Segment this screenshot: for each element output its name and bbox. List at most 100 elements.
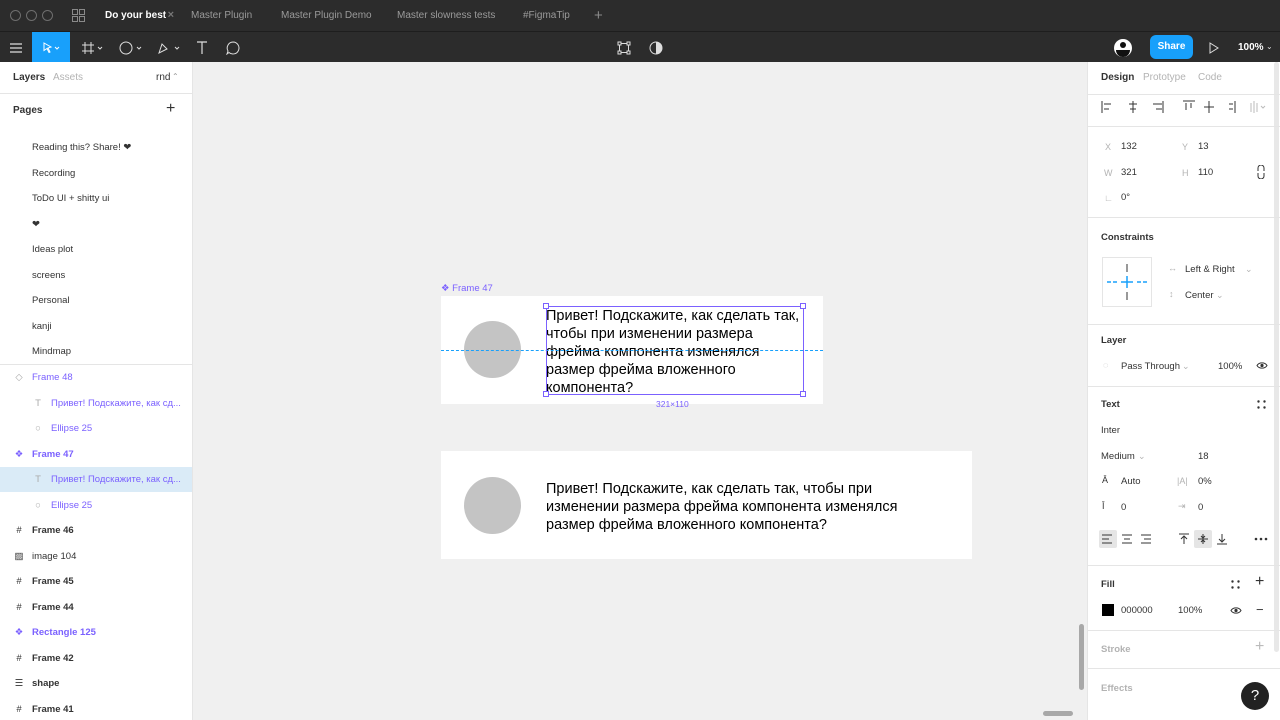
layer-row[interactable]: ❖ Frame 47 — [0, 442, 192, 467]
vertical-constraint-select[interactable]: Center — [1185, 290, 1214, 301]
frame-label[interactable]: ❖ Frame 47 — [441, 283, 493, 294]
frame-48[interactable]: Привет! Подскажите, как сделать так, что… — [441, 451, 972, 559]
frame-text[interactable]: Привет! Подскажите, как сделать так, что… — [546, 480, 936, 534]
eye-icon[interactable] — [1230, 606, 1242, 615]
w-input[interactable]: 321 — [1121, 167, 1137, 178]
window-minimize-button[interactable] — [26, 10, 37, 21]
line-height-input[interactable]: Auto — [1121, 476, 1141, 487]
layer-row[interactable]: ❖ Rectangle 125 — [0, 620, 192, 645]
grid-icon[interactable] — [72, 9, 85, 22]
resize-handle[interactable] — [543, 391, 549, 397]
page-item[interactable]: Reading this? Share! ❤ — [32, 135, 131, 160]
resize-handle[interactable] — [800, 303, 806, 309]
tab-code[interactable]: Code — [1198, 62, 1222, 94]
text-align-icons[interactable] — [1101, 533, 1280, 545]
remove-fill-icon[interactable]: − — [1256, 602, 1264, 617]
zoom-level[interactable]: 100% — [1238, 32, 1264, 63]
horizontal-scrollbar[interactable] — [1043, 711, 1073, 716]
window-close-button[interactable] — [10, 10, 21, 21]
move-tool-button[interactable] — [32, 32, 70, 63]
panel-scrollbar[interactable] — [1274, 62, 1279, 652]
tab-assets[interactable]: Assets — [53, 62, 83, 94]
page-item[interactable]: screens — [32, 263, 65, 288]
close-icon[interactable]: × — [168, 0, 174, 31]
mask-tool-button[interactable] — [646, 32, 666, 63]
layer-row[interactable]: ☰ shape — [0, 671, 192, 696]
layer-row[interactable]: T Привет! Подскажите, как сд... — [0, 467, 192, 492]
layer-row[interactable]: ▨ image 104 — [0, 544, 192, 569]
font-size-input[interactable]: 18 — [1198, 451, 1209, 462]
frame-tool-button[interactable] — [78, 32, 108, 63]
vertical-scrollbar[interactable] — [1079, 624, 1084, 690]
rotation-input[interactable]: 0° — [1121, 192, 1130, 203]
page-item[interactable]: Ideas plot — [32, 237, 73, 262]
tab-master-plugin-demo[interactable]: Master Plugin Demo — [271, 0, 387, 31]
chevron-down-icon[interactable]: ⌄ — [1216, 290, 1224, 301]
pen-tool-button[interactable] — [154, 32, 184, 63]
page-item[interactable]: kanji — [32, 314, 52, 339]
tab-figmatip[interactable]: #FigmaTip — [513, 0, 591, 31]
present-button[interactable] — [1204, 32, 1224, 63]
h-input[interactable]: 110 — [1198, 167, 1213, 178]
add-page-icon[interactable]: + — [166, 100, 175, 118]
tab-layers[interactable]: Layers — [13, 62, 45, 94]
tab-master-slowness-tests[interactable]: Master slowness tests — [387, 0, 513, 31]
dots-grid-icon[interactable] — [1257, 400, 1266, 409]
horizontal-constraint-select[interactable]: Left & Right — [1185, 264, 1235, 275]
chevron-down-icon[interactable]: ⌄ — [1138, 451, 1146, 462]
page-item[interactable]: ToDo UI + shitty ui — [32, 186, 109, 211]
layer-row[interactable]: # Frame 44 — [0, 595, 192, 620]
share-button[interactable]: Share — [1150, 35, 1193, 59]
layer-opacity-input[interactable]: 100% — [1218, 361, 1242, 372]
component-tool-button[interactable] — [614, 32, 634, 63]
add-stroke-icon[interactable]: + — [1255, 638, 1264, 656]
constrain-proportions-icon[interactable] — [1257, 165, 1265, 179]
resize-handle[interactable] — [800, 391, 806, 397]
constraint-widget[interactable] — [1102, 257, 1152, 307]
fill-opacity-input[interactable]: 100% — [1178, 605, 1202, 616]
text-tool-button[interactable] — [192, 32, 212, 63]
layer-row[interactable]: ◇ Frame 48 — [0, 365, 192, 390]
selection-box[interactable] — [546, 306, 804, 395]
layer-row[interactable]: # Frame 46 — [0, 518, 192, 543]
canvas[interactable]: ❖ Frame 47 Привет! Подскажите, как сдела… — [193, 62, 1087, 720]
add-tab-icon[interactable]: + — [594, 0, 603, 31]
eye-icon[interactable] — [1256, 361, 1268, 370]
layer-row[interactable]: # Frame 42 — [0, 646, 192, 671]
layer-row[interactable]: ○ Ellipse 25 — [0, 416, 192, 441]
resize-handle[interactable] — [543, 303, 549, 309]
add-fill-icon[interactable]: + — [1255, 573, 1264, 591]
fill-color-swatch[interactable] — [1102, 604, 1114, 616]
font-family-select[interactable]: Inter — [1101, 425, 1120, 436]
font-weight-select[interactable]: Medium — [1101, 451, 1135, 462]
ellipse-25[interactable] — [464, 477, 521, 534]
style-icon[interactable] — [1231, 580, 1240, 589]
layer-row[interactable]: T Привет! Подскажите, как сд... — [0, 391, 192, 416]
tab-do-your-best[interactable]: Do your best × — [95, 0, 182, 31]
window-zoom-button[interactable] — [42, 10, 53, 21]
layer-row[interactable]: ○ Ellipse 25 — [0, 493, 192, 518]
paragraph-indent-input[interactable]: 0 — [1198, 502, 1203, 513]
letter-spacing-input[interactable]: 0% — [1198, 476, 1212, 487]
tab-prototype[interactable]: Prototype — [1143, 62, 1186, 94]
blend-mode-select[interactable]: Pass Through — [1121, 361, 1180, 372]
page-item[interactable]: Mindmap — [32, 339, 71, 364]
help-button[interactable]: ? — [1241, 682, 1269, 710]
page-item[interactable]: ❤ — [32, 212, 40, 237]
y-input[interactable]: 13 — [1198, 141, 1209, 152]
page-item[interactable]: Personal — [32, 288, 70, 313]
chevron-down-icon[interactable]: ⌄ — [1266, 42, 1273, 51]
layer-row[interactable]: # Frame 45 — [0, 569, 192, 594]
x-input[interactable]: 132 — [1121, 141, 1137, 152]
paragraph-spacing-input[interactable]: 0 — [1121, 502, 1126, 513]
chevron-up-icon[interactable]: ⌃ — [172, 72, 179, 81]
page-item[interactable]: Recording — [32, 161, 75, 186]
main-menu-button[interactable] — [0, 32, 32, 63]
avatar[interactable] — [1112, 32, 1134, 63]
chevron-down-icon[interactable]: ⌄ — [1245, 264, 1253, 275]
tab-design[interactable]: Design — [1101, 62, 1134, 94]
page-dropdown[interactable]: rnd — [156, 62, 170, 94]
comment-tool-button[interactable] — [223, 32, 243, 63]
fill-hex-input[interactable]: 000000 — [1121, 605, 1153, 616]
chevron-down-icon[interactable]: ⌄ — [1182, 361, 1190, 372]
